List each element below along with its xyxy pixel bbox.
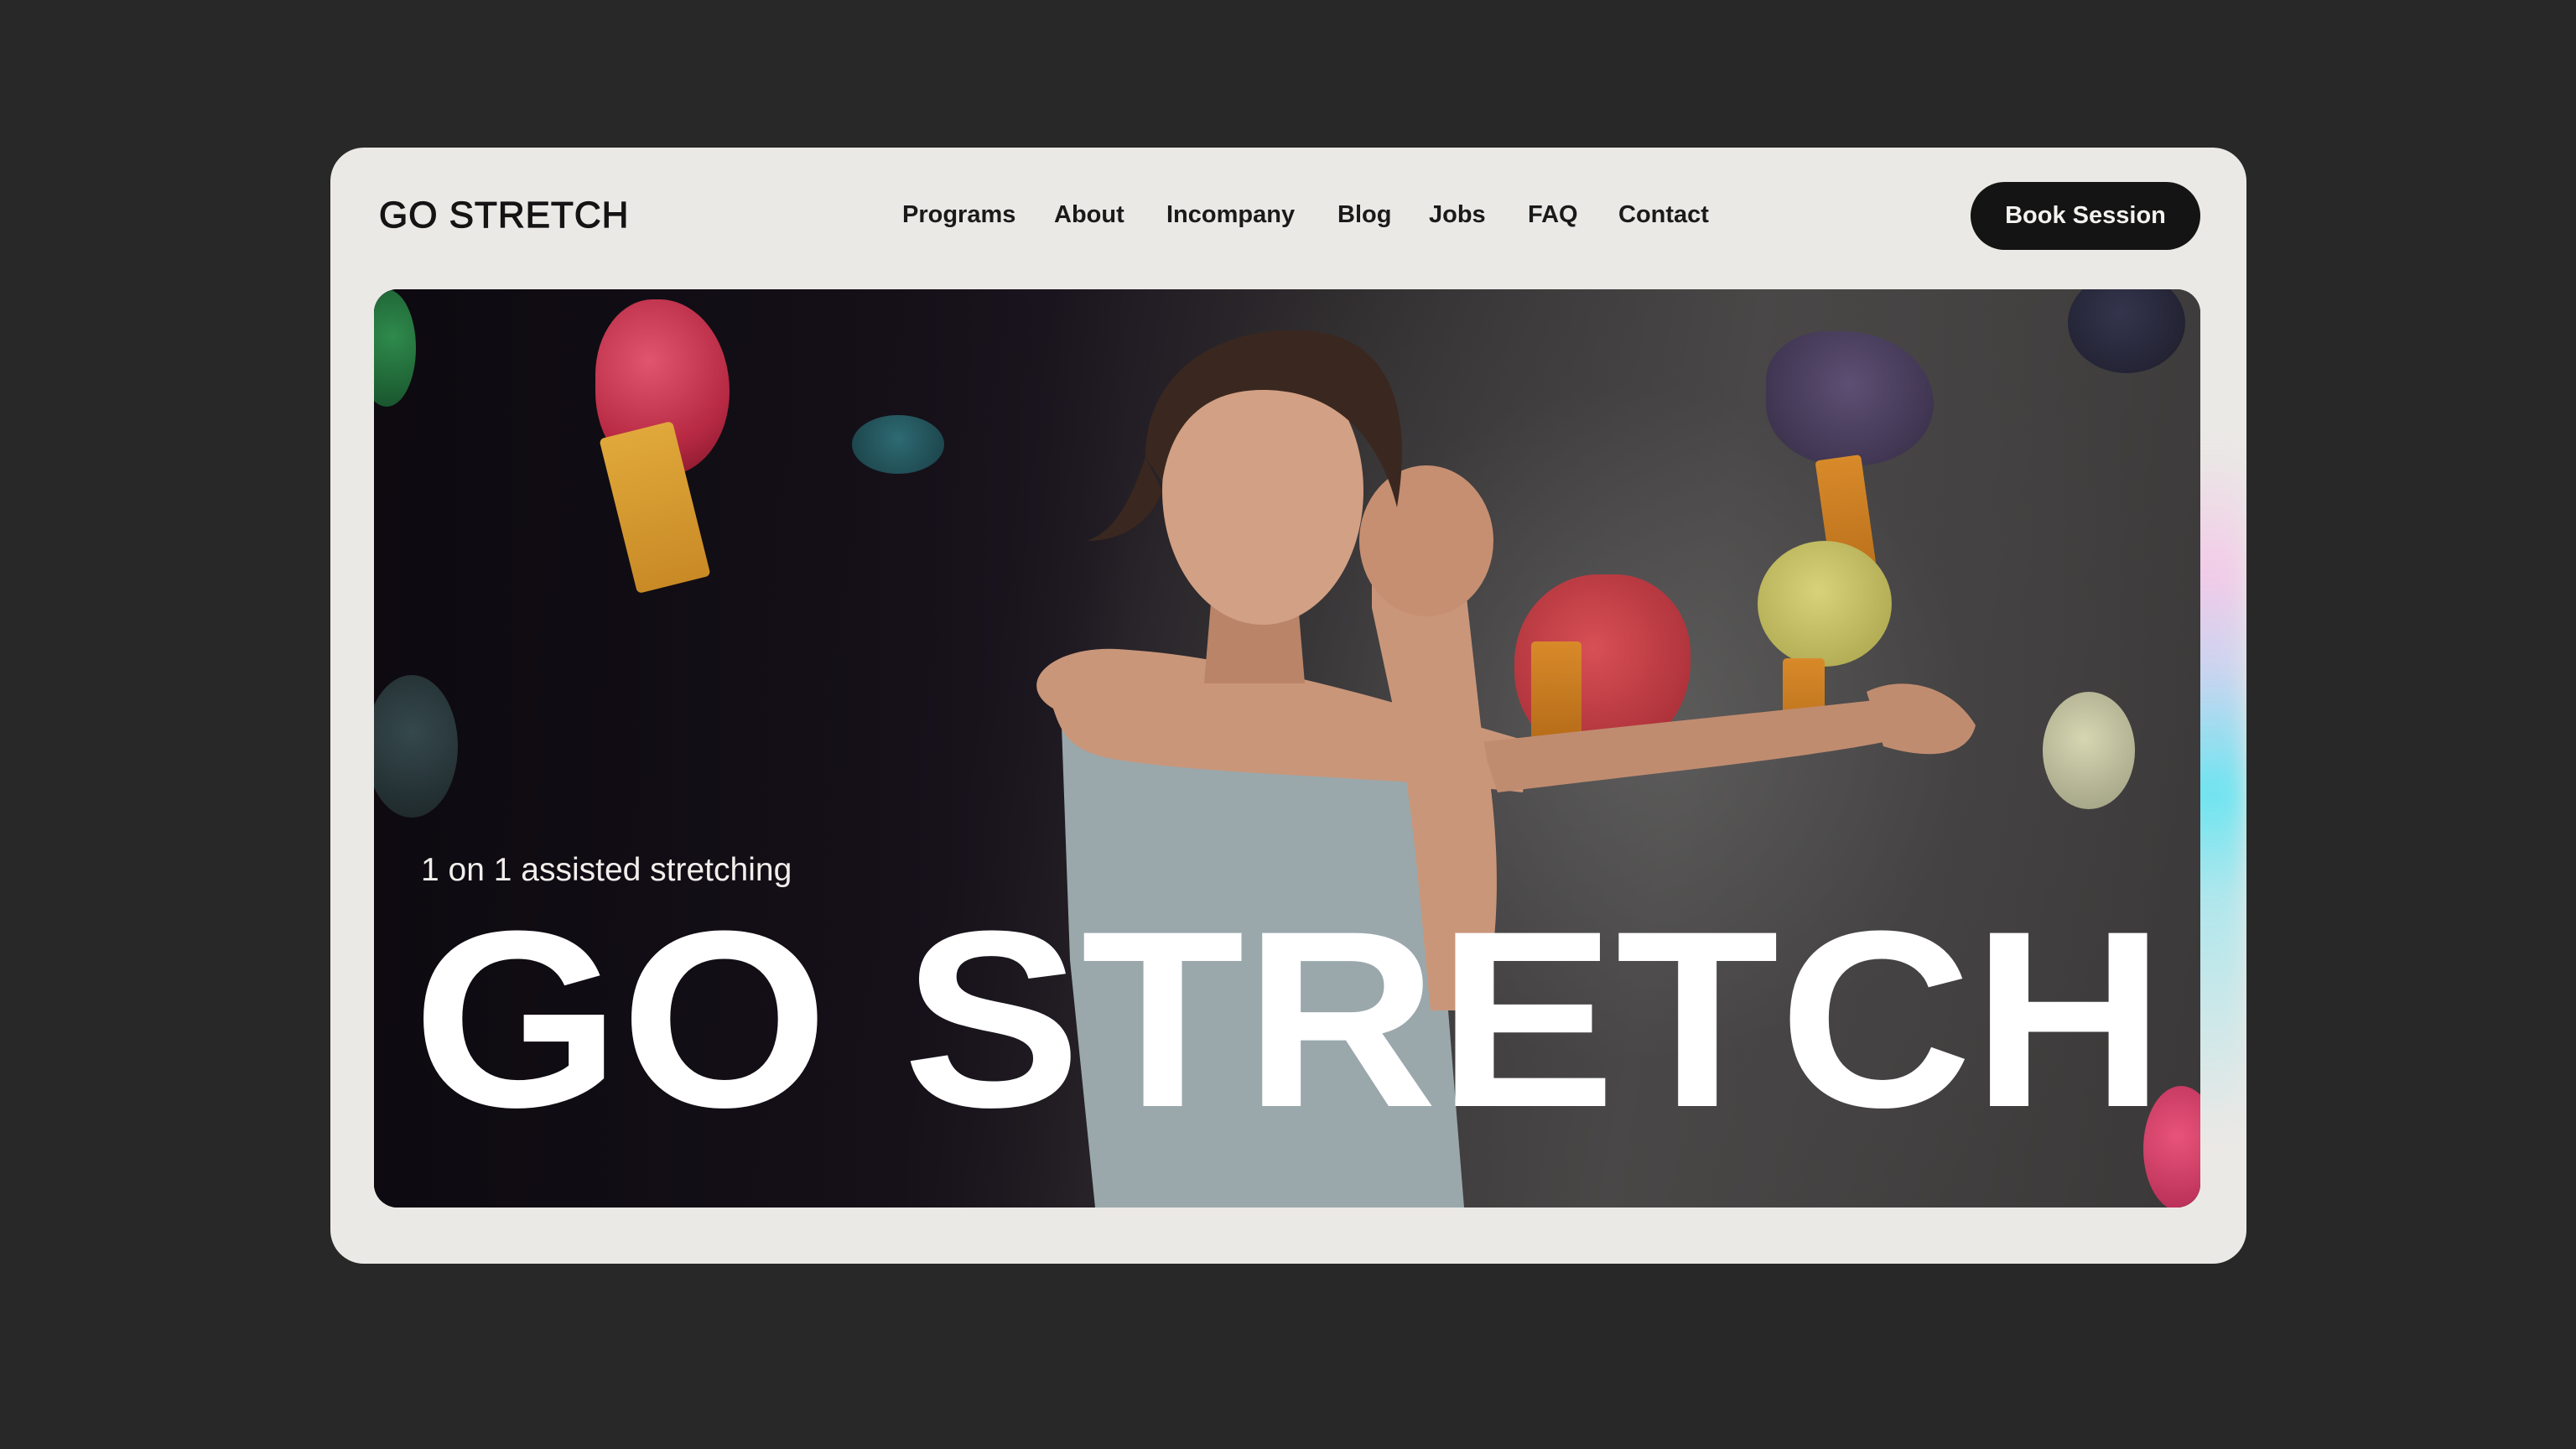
nav-item-blog[interactable]: Blog [1337, 200, 1391, 230]
hero-title: GO STRETCH [413, 878, 2165, 1160]
nav-item-jobs[interactable]: Jobs [1429, 200, 1486, 230]
brand-logo-text: GO STRETCH [378, 195, 630, 236]
hero-subtitle: 1 on 1 assisted stretching [421, 852, 792, 888]
hero-banner: 1 on 1 assisted stretching GO STRETCH [374, 289, 2200, 1208]
nav-item-faq[interactable]: FAQ [1528, 200, 1578, 230]
nav-item-about[interactable]: About [1054, 200, 1124, 230]
nav-item-contact[interactable]: Contact [1618, 200, 1709, 230]
nav-item-incompany[interactable]: Incompany [1166, 200, 1295, 230]
nav-item-programs[interactable]: Programs [902, 200, 1015, 230]
hero-title-wordmark: GO STRETCH [413, 878, 2165, 1160]
brand-logo[interactable]: GO STRETCH [378, 195, 630, 236]
book-session-button[interactable]: Book Session [1971, 182, 2200, 250]
hero-title-text: GO STRETCH [413, 913, 2165, 1131]
